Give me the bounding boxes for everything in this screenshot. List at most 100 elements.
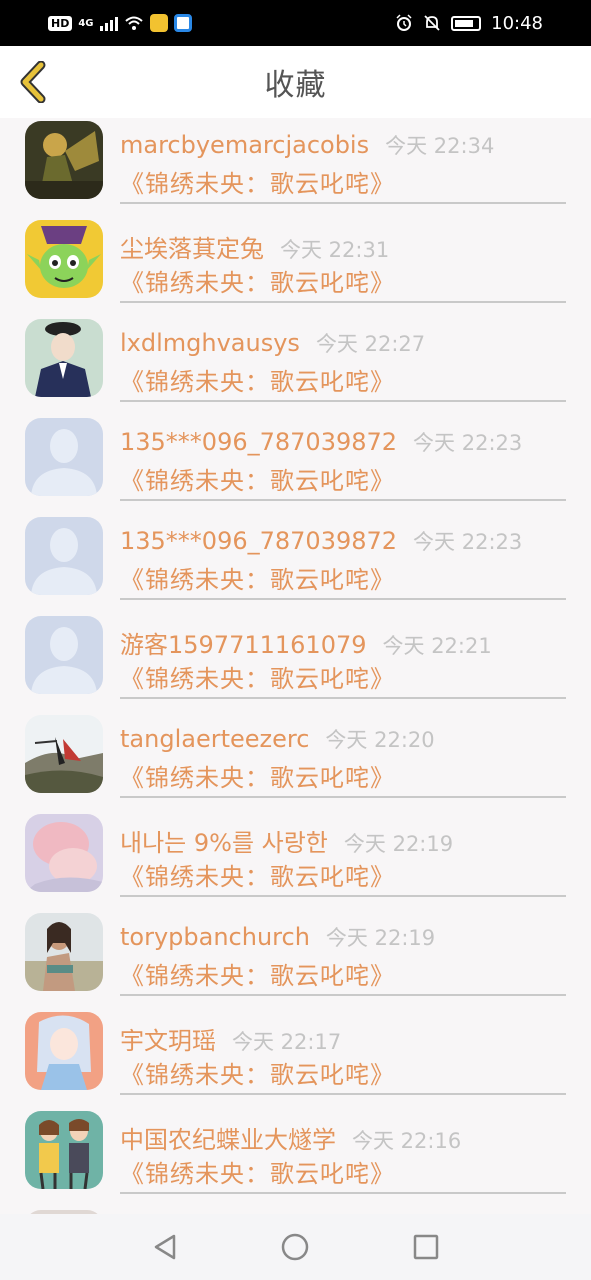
favorite-title[interactable]: 《锦绣未央：歌云叱咤》 <box>120 263 395 298</box>
system-nav-bar <box>0 1214 591 1280</box>
timestamp: 今天 22:31 <box>280 238 390 262</box>
list-item[interactable]: 游客1597711161079 今天 22:21 《锦绣未央：歌云叱咤》 <box>0 613 591 712</box>
divider <box>120 202 566 204</box>
app-icon-2 <box>173 14 192 32</box>
item-header: lxdlmghvausys 今天 22:27 <box>120 328 425 358</box>
item-header: 中国农纪蝶业大燧学 今天 22:16 <box>120 1120 461 1155</box>
back-button[interactable] <box>12 58 52 106</box>
network-type: 4G <box>78 17 94 29</box>
list-item[interactable]: 尘埃落萁定兔 今天 22:31 《锦绣未央：歌云叱咤》 <box>0 217 591 316</box>
divider <box>120 301 566 303</box>
avatar[interactable] <box>25 814 103 892</box>
favorite-title[interactable]: 《锦绣未央：歌云叱咤》 <box>120 362 395 397</box>
favorite-title[interactable]: 《锦绣未央：歌云叱咤》 <box>120 659 395 694</box>
avatar[interactable] <box>25 319 103 397</box>
timestamp: 今天 22:27 <box>315 332 426 356</box>
battery-icon <box>451 15 482 31</box>
favorite-title[interactable]: 《锦绣未央：歌云叱咤》 <box>120 758 395 793</box>
timestamp: 今天 22:23 <box>413 431 523 455</box>
list-item[interactable]: 中国农纪蝶业大燧学 今天 22:16 《锦绣未央：歌云叱咤》 <box>0 1108 591 1207</box>
list-item[interactable]: marcbyemarcjacobis 今天 22:34 《锦绣未央：歌云叱咤》 <box>0 118 591 217</box>
username: lxdlmghvausys <box>120 329 300 357</box>
divider <box>120 1192 566 1194</box>
avatar[interactable] <box>25 517 103 595</box>
status-bar-left: HD 4G <box>48 14 192 32</box>
app-icon-1 <box>149 14 168 32</box>
nav-back-button[interactable] <box>145 1227 185 1267</box>
avatar[interactable] <box>25 913 103 991</box>
username: tanglaerteezerc <box>120 725 310 753</box>
timestamp: 今天 22:21 <box>382 634 492 658</box>
timestamp: 今天 22:19 <box>325 926 436 950</box>
mute-icon <box>424 15 440 31</box>
status-time: 10:48 <box>491 12 543 34</box>
nav-recents-button[interactable] <box>406 1227 446 1267</box>
list-item[interactable]: 내나는 9%를 사랑한 今天 22:19 《锦绣未央：歌云叱咤》 <box>0 811 591 910</box>
avatar[interactable] <box>25 418 103 496</box>
wifi-icon <box>124 16 143 30</box>
favorite-title[interactable]: 《锦绣未央：歌云叱咤》 <box>120 560 395 595</box>
divider <box>120 598 566 600</box>
avatar[interactable] <box>25 1012 103 1090</box>
app-header: 收藏 <box>0 46 591 118</box>
alarm-icon <box>396 14 412 31</box>
favorite-title[interactable]: 《锦绣未央：歌云叱咤》 <box>120 461 395 496</box>
list-item[interactable]: lxdlmghvausys 今天 22:27 《锦绣未央：歌云叱咤》 <box>0 316 591 415</box>
item-header: 135***096_787039872 今天 22:23 <box>120 427 522 457</box>
favorite-title[interactable]: 《锦绣未央：歌云叱咤》 <box>120 164 395 199</box>
timestamp: 今天 22:20 <box>325 728 435 752</box>
username: torypbanchurch <box>120 923 310 951</box>
list-item[interactable]: tanglaerteezerc 今天 22:20 《锦绣未央：歌云叱咤》 <box>0 712 591 811</box>
item-header: 尘埃落萁定兔 今天 22:31 <box>120 229 389 264</box>
avatar[interactable] <box>25 220 103 298</box>
hd-badge: HD <box>48 15 73 31</box>
username: 游客1597711161079 <box>120 631 367 659</box>
timestamp: 今天 22:19 <box>343 832 454 856</box>
status-bar-right: 10:48 <box>395 13 543 34</box>
divider <box>120 895 566 897</box>
favorite-title[interactable]: 《锦绣未央：歌云叱咤》 <box>120 1154 395 1189</box>
list-item[interactable]: 135***096_787039872 今天 22:23 《锦绣未央：歌云叱咤》 <box>0 415 591 514</box>
avatar[interactable] <box>25 121 103 199</box>
signal-icon <box>99 15 118 31</box>
back-triangle-icon <box>154 1234 176 1260</box>
timestamp: 今天 22:16 <box>352 1129 462 1153</box>
divider <box>120 1093 566 1095</box>
favorite-title[interactable]: 《锦绣未央：歌云叱咤》 <box>120 956 395 991</box>
status-bar: HD 4G 10:48 <box>0 0 591 46</box>
divider <box>120 400 566 402</box>
item-header: 내나는 9%를 사랑한 今天 22:19 <box>120 823 453 858</box>
item-header: 宇文玥瑶 今天 22:17 <box>120 1021 341 1056</box>
username: 宇文玥瑶 <box>120 1027 216 1055</box>
username: 135***096_787039872 <box>120 428 398 456</box>
item-header: 游客1597711161079 今天 22:21 <box>120 625 492 660</box>
timestamp: 今天 22:34 <box>385 134 495 158</box>
divider <box>120 499 566 501</box>
item-header: torypbanchurch 今天 22:19 <box>120 922 435 952</box>
item-header: marcbyemarcjacobis 今天 22:34 <box>120 130 494 160</box>
avatar[interactable] <box>25 616 103 694</box>
list-item[interactable]: 宇文玥瑶 今天 22:17 《锦绣未央：歌云叱咤》 <box>0 1009 591 1108</box>
avatar[interactable] <box>25 1111 103 1189</box>
avatar[interactable] <box>25 715 103 793</box>
list-item-partial[interactable] <box>0 1207 591 1214</box>
item-header: tanglaerteezerc 今天 22:20 <box>120 724 435 754</box>
timestamp: 今天 22:17 <box>232 1030 342 1054</box>
list-item[interactable]: torypbanchurch 今天 22:19 《锦绣未央：歌云叱咤》 <box>0 910 591 1009</box>
username: 135***096_787039872 <box>120 527 398 555</box>
home-circle-icon <box>282 1233 309 1261</box>
username: marcbyemarcjacobis <box>120 131 370 159</box>
divider <box>120 796 566 798</box>
username: 尘埃落萁定兔 <box>120 235 264 263</box>
divider <box>120 994 566 996</box>
chevron-left-icon <box>20 61 46 103</box>
username: 내나는 9%를 사랑한 <box>120 829 328 857</box>
favorite-title[interactable]: 《锦绣未央：歌云叱咤》 <box>120 857 395 892</box>
list-item[interactable]: 135***096_787039872 今天 22:23 《锦绣未央：歌云叱咤》 <box>0 514 591 613</box>
recents-square-icon <box>413 1234 439 1260</box>
divider <box>120 697 566 699</box>
timestamp: 今天 22:23 <box>413 530 523 554</box>
favorite-title[interactable]: 《锦绣未央：歌云叱咤》 <box>120 1055 395 1090</box>
nav-home-button[interactable] <box>275 1227 315 1267</box>
page-title: 收藏 <box>264 68 327 103</box>
